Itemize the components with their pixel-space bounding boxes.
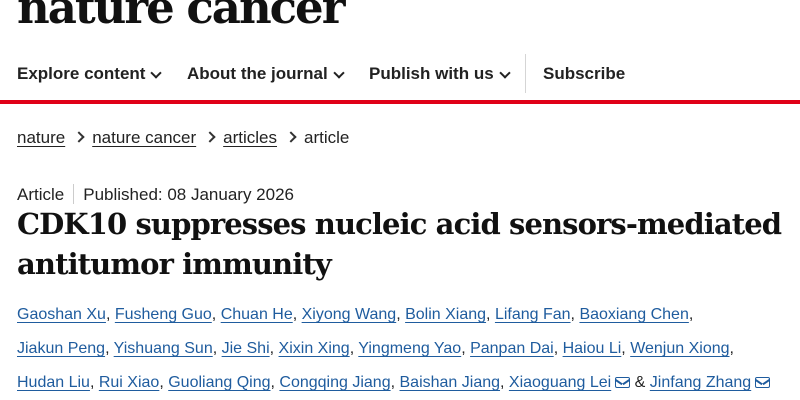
author-link[interactable]: Fusheng Guo <box>115 306 212 323</box>
author-joiner: & <box>634 374 646 391</box>
nav-explore-content-label: Explore content <box>17 64 146 83</box>
author-link[interactable]: Jie Shi <box>222 340 270 357</box>
author-link[interactable]: Yishuang Sun <box>114 340 213 357</box>
nav-divider <box>525 54 526 93</box>
nav-subscribe-label: Subscribe <box>543 64 626 83</box>
author-link[interactable]: Congqing Jiang <box>279 374 390 391</box>
author-link[interactable]: Baoxiang Chen <box>579 306 688 323</box>
breadcrumb: nature nature cancer articles article <box>17 127 349 149</box>
mail-icon[interactable] <box>615 377 631 388</box>
chevron-right-icon <box>277 128 304 148</box>
author-link[interactable]: Yingmeng Yao <box>358 340 461 357</box>
breadcrumb-articles[interactable]: articles <box>223 128 277 148</box>
author-list: Gaoshan Xu, Fusheng Guo, Chuan He, Xiyon… <box>17 298 787 400</box>
author-link[interactable]: Jinfang Zhang <box>650 374 751 391</box>
breadcrumb-nature[interactable]: nature <box>17 128 65 148</box>
published-date: Published: 08 January 2026 <box>83 185 294 204</box>
author-link[interactable]: Wenjun Xiong <box>630 340 729 357</box>
author-link[interactable]: Xiyong Wang <box>302 306 397 323</box>
chevron-right-icon <box>196 128 223 148</box>
breadcrumb-current-article: article <box>304 128 350 147</box>
author-link[interactable]: Bolin Xiang <box>405 306 486 323</box>
author-link[interactable]: Gaoshan Xu <box>17 306 106 323</box>
author-link[interactable]: Haiou Li <box>563 340 622 357</box>
nav-about-journal[interactable]: About the journal <box>187 62 342 86</box>
mail-icon[interactable] <box>755 377 771 388</box>
nav-about-journal-label: About the journal <box>187 64 328 83</box>
author-link[interactable]: Baishan Jiang <box>400 374 501 391</box>
nav-explore-content[interactable]: Explore content <box>17 62 159 86</box>
nav-publish-with-us-label: Publish with us <box>369 64 494 83</box>
author-link[interactable]: Rui Xiao <box>99 374 159 391</box>
author-link[interactable]: Panpan Dai <box>470 340 554 357</box>
breadcrumb-nature-cancer[interactable]: nature cancer <box>92 128 196 148</box>
author-link[interactable]: Lifang Fan <box>495 306 571 323</box>
article-title: CDK10 suppresses nucleic acid sensors-me… <box>17 207 782 281</box>
author-link[interactable]: Jiakun Peng <box>17 340 105 357</box>
site-logo[interactable]: nature cancer <box>17 0 345 34</box>
main-navigation: Explore content About the journal Publis… <box>0 44 800 102</box>
author-link[interactable]: Xixin Xing <box>279 340 350 357</box>
author-link[interactable]: Guoliang Qing <box>168 374 270 391</box>
nav-publish-with-us[interactable]: Publish with us <box>369 62 508 86</box>
meta-divider <box>73 183 75 204</box>
author-link[interactable]: Hudan Liu <box>17 374 90 391</box>
article-page: nature cancer Explore content About the … <box>0 0 800 400</box>
author-link[interactable]: Xiaoguang Lei <box>509 374 611 391</box>
author-link[interactable]: Chuan He <box>221 306 293 323</box>
chevron-down-icon <box>334 69 342 77</box>
header-red-rule <box>0 100 800 104</box>
article-type: Article <box>17 185 65 204</box>
chevron-down-icon <box>500 69 508 77</box>
nav-subscribe[interactable]: Subscribe <box>543 62 625 86</box>
chevron-right-icon <box>65 128 92 148</box>
chevron-down-icon <box>151 69 159 77</box>
